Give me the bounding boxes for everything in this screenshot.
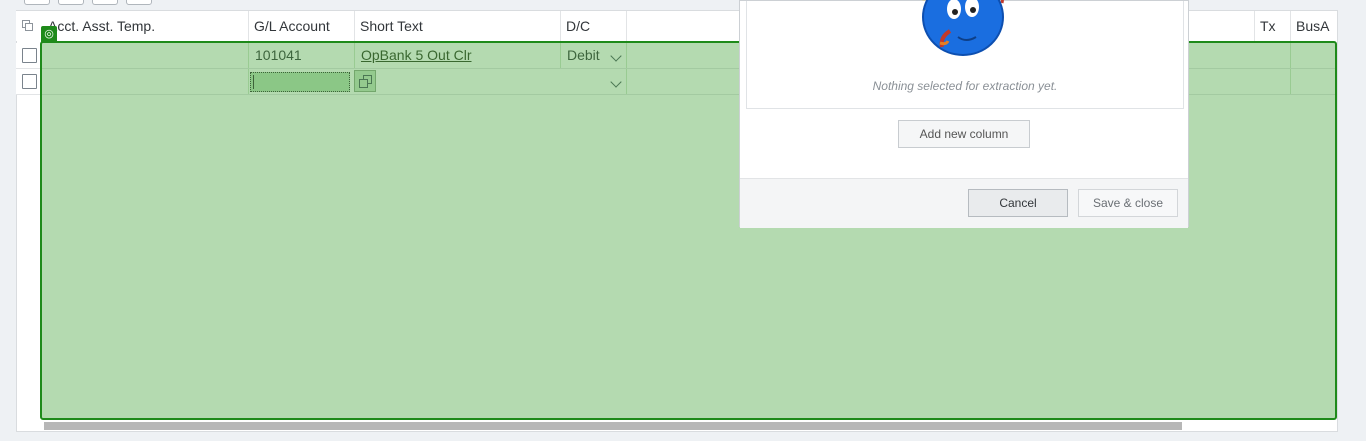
horizontal-scrollbar[interactable] xyxy=(44,422,1182,430)
row-checkbox[interactable] xyxy=(22,48,37,63)
add-new-column-button[interactable]: Add new column xyxy=(898,120,1030,148)
dialog-content-panel: Nothing selected for extraction yet. xyxy=(746,0,1184,109)
target-icon[interactable]: ◎ xyxy=(41,26,57,42)
save-close-button[interactable]: Save & close xyxy=(1078,189,1178,217)
column-header-tx[interactable]: Tx xyxy=(1255,11,1291,41)
extraction-dialog: Nothing selected for extraction yet. Add… xyxy=(739,0,1189,228)
toolbar-stub xyxy=(24,0,152,5)
column-header-busa[interactable]: BusA xyxy=(1291,11,1336,41)
toolbar-button[interactable] xyxy=(24,0,50,5)
cancel-button[interactable]: Cancel xyxy=(968,189,1068,217)
column-header-gl-account[interactable]: G/L Account xyxy=(249,11,355,41)
column-header-dc[interactable]: D/C xyxy=(561,11,627,41)
empty-selection-message: Nothing selected for extraction yet. xyxy=(872,79,1058,93)
mascot-illustration xyxy=(921,0,1004,56)
toolbar-button[interactable] xyxy=(92,0,118,5)
select-all-icon[interactable] xyxy=(22,20,33,31)
toolbar-button[interactable] xyxy=(58,0,84,5)
column-header-short-text[interactable]: Short Text xyxy=(355,11,561,41)
toolbar-button[interactable] xyxy=(126,0,152,5)
dialog-footer: Cancel Save & close xyxy=(740,178,1188,228)
column-header-acct-asst-temp[interactable]: Acct. Asst. Temp. xyxy=(43,11,249,41)
row-checkbox[interactable] xyxy=(22,74,37,89)
